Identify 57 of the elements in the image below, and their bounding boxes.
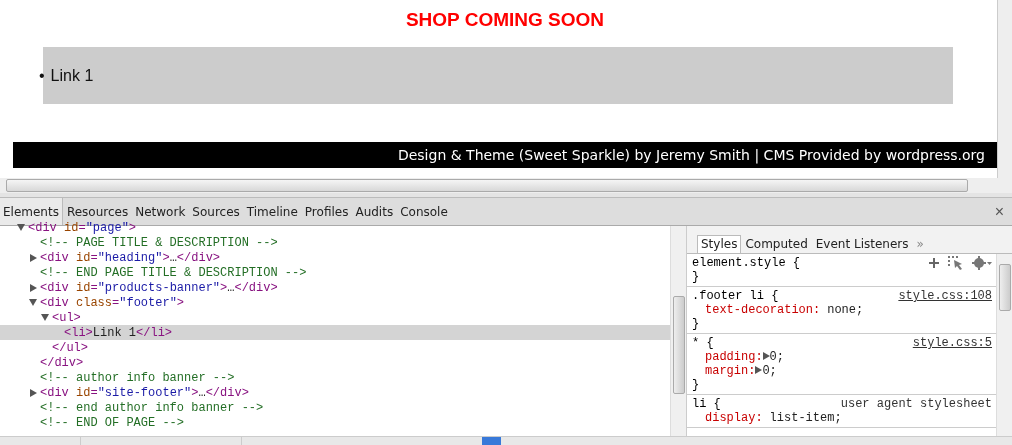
css-selector: * {	[692, 336, 714, 350]
code-line-row[interactable]: <div id="site-footer">…</div>	[0, 385, 670, 400]
footer-credits: Design & Theme (Sweet Sparkle) by Jeremy Smith | CMS Provided by wordpress.org	[397, 147, 985, 163]
code-line-row[interactable]: <!-- END PAGE TITLE & DESCRIPTION -->	[0, 265, 670, 280]
code-line: </div>	[40, 355, 84, 370]
css-declaration[interactable]: text-decoration: none;	[692, 303, 864, 317]
code-line-row[interactable]: <!-- end author info banner -->	[0, 400, 670, 415]
vertical-scrollbar[interactable]	[670, 226, 686, 436]
css-declaration[interactable]: padding: 0;	[692, 350, 784, 364]
code-line: <!-- END PAGE TITLE & DESCRIPTION -->	[40, 265, 307, 280]
source-link[interactable]: style.css:5	[912, 336, 992, 350]
code-line-row[interactable]: <!-- author info banner -->	[0, 370, 670, 385]
triangle-icon[interactable]	[30, 388, 37, 397]
nav-link[interactable]: Link 1	[50, 66, 94, 85]
bullet: •	[39, 66, 45, 85]
code-line: <li>Link 1</li>	[64, 325, 173, 340]
settings-icon[interactable]	[972, 256, 992, 270]
vertical-scrollbar[interactable]	[996, 254, 1012, 436]
code-line-row[interactable]: <div id="heading">…</div>	[0, 250, 670, 265]
code-line-row[interactable]: <!-- END OF PAGE -->	[0, 415, 670, 430]
code-line-row[interactable]: <div id="products-banner">…</div>	[0, 280, 670, 295]
triangle-icon[interactable]	[30, 253, 37, 262]
code-line: <div id="heading">…</div>	[40, 250, 221, 265]
css-selector: element.style {	[692, 256, 801, 270]
source-label: user agent stylesheet	[840, 397, 992, 411]
code-line-row[interactable]: <li>Link 1</li>	[0, 325, 670, 340]
code-line-row[interactable]: <!-- PAGE TITLE & DESCRIPTION -->	[0, 235, 670, 250]
code-line-row[interactable]: <div class="footer">	[0, 295, 670, 310]
sidebar-tab[interactable]: Event Listeners	[811, 235, 913, 253]
triangle-icon[interactable]	[17, 224, 25, 231]
triangle-icon[interactable]	[29, 299, 37, 306]
closing-brace: }	[692, 270, 700, 284]
code-line: <!-- END OF PAGE -->	[40, 415, 185, 430]
code-line: <div class="footer">	[40, 295, 185, 310]
plus-icon[interactable]	[928, 257, 940, 269]
triangle-icon[interactable]	[30, 283, 37, 292]
code-line: <!-- PAGE TITLE & DESCRIPTION -->	[40, 235, 278, 250]
closing-brace: }	[692, 317, 700, 331]
code-line: <!-- author info banner -->	[40, 370, 235, 385]
closing-brace: }	[692, 378, 700, 392]
code-line: <div id="site-footer">…</div>	[40, 385, 249, 400]
page-heading: SHOP COMING SOON	[404, 9, 606, 31]
source-link[interactable]: style.css:108	[898, 289, 992, 303]
code-line: <ul>	[52, 310, 81, 325]
css-selector: .footer li {	[692, 289, 779, 303]
css-selector: li {	[692, 397, 721, 411]
sidebar-tab[interactable]: Computed	[741, 235, 812, 253]
code-line: </ul>	[52, 340, 88, 355]
element-picker-icon[interactable]	[948, 256, 964, 270]
code-line: <div id="products-banner">…</div>	[40, 280, 278, 295]
vertical-scrollbar[interactable]	[997, 0, 1012, 178]
horizontal-scrollbar[interactable]	[0, 178, 1012, 193]
code-line: <!-- end author info banner -->	[40, 400, 264, 415]
css-declaration[interactable]: display: list-item;	[692, 411, 842, 425]
sidebar-tab[interactable]: Styles	[697, 235, 742, 253]
css-declaration[interactable]: margin: 0;	[692, 364, 777, 378]
close-button[interactable]: ×	[986, 198, 1012, 225]
